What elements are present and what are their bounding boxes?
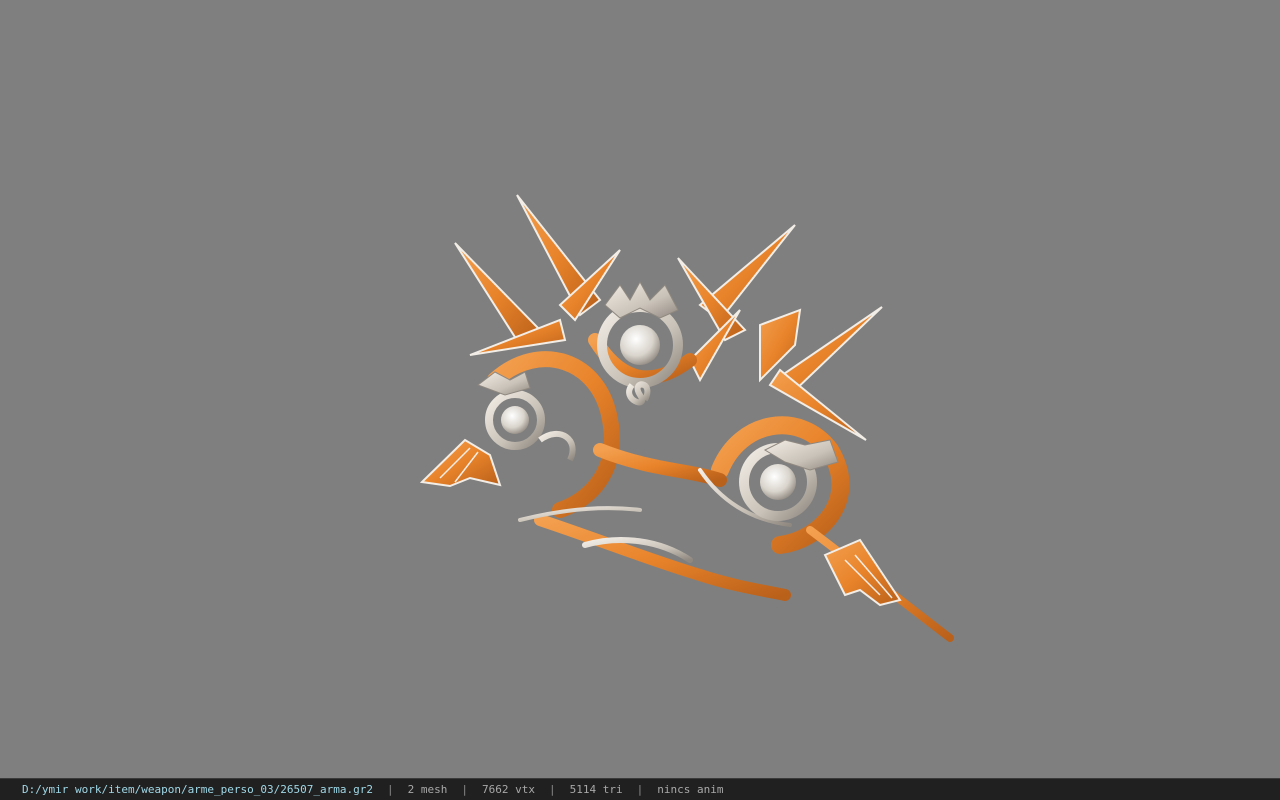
weapon-model-render[interactable] [0, 0, 1280, 778]
separator: | [387, 783, 394, 796]
separator: | [461, 783, 468, 796]
mesh-count-label: 2 mesh [407, 783, 448, 796]
file-path-label: D:/ymir work/item/weapon/arme_perso_03/2… [22, 783, 373, 796]
separator: | [636, 783, 644, 796]
status-bar: D:/ymir work/item/weapon/arme_perso_03/2… [0, 778, 1280, 800]
3d-viewport[interactable] [0, 0, 1280, 778]
separator: | [548, 783, 556, 796]
triangle-count-label: 5114 tri [569, 783, 623, 796]
vertex-count-label: 7662 vtx [482, 783, 535, 796]
animation-status-label: nincs anim [657, 783, 724, 796]
